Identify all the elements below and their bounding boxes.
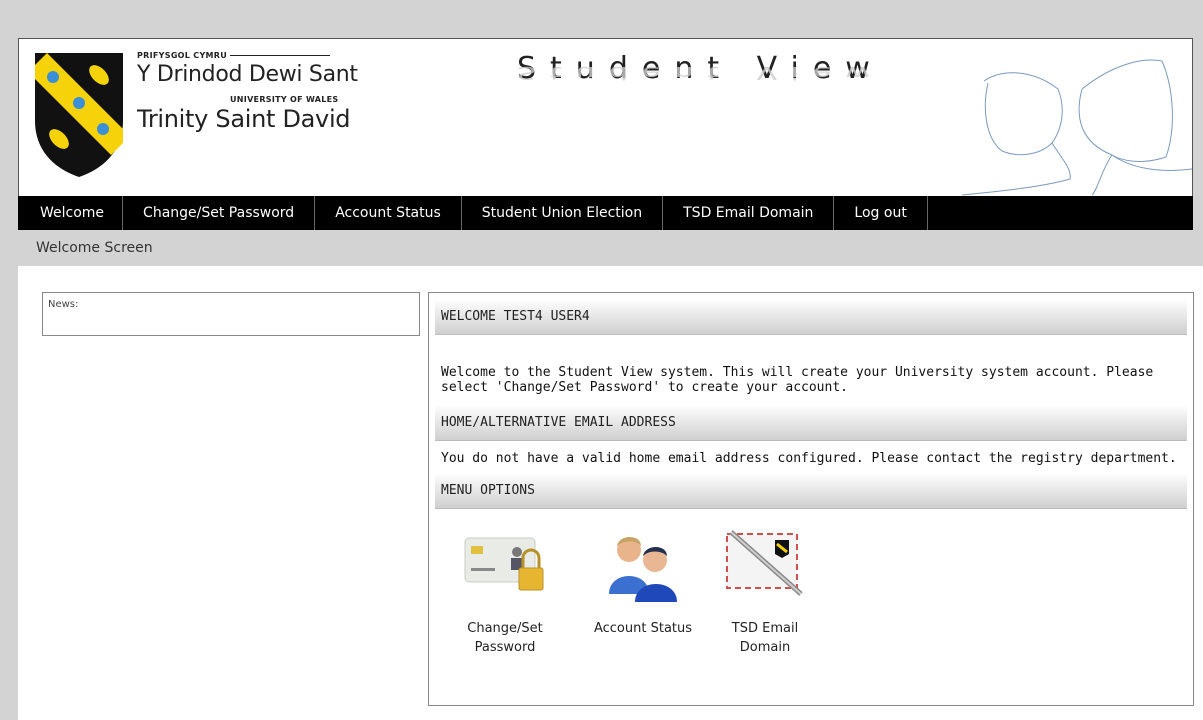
menu-option-label: Account Status xyxy=(593,621,693,636)
envelope-pen-icon xyxy=(726,530,803,596)
menu-option-label: Change/Set Password xyxy=(467,621,543,655)
news-label: News: xyxy=(48,299,79,310)
users-icon xyxy=(609,537,677,602)
breadcrumb: Welcome Screen xyxy=(36,240,153,256)
university-wordmark: PRIFYSGOL CYMRU Y Drindod Dewi Sant UNIV… xyxy=(137,51,358,134)
id-card-padlock-icon xyxy=(464,537,544,591)
uni-mid-small: UNIVERSITY OF WALES xyxy=(230,95,339,104)
uni-top-small: PRIFYSGOL CYMRU xyxy=(137,51,228,60)
app-title-reflection: Student View xyxy=(517,62,884,83)
main-panel: WELCOME TEST4 USER4 Welcome to the Stude… xyxy=(428,292,1194,706)
nav-change-set-password[interactable]: Change/Set Password xyxy=(123,196,316,230)
uni-english-name: Trinity Saint David xyxy=(137,105,351,133)
menu-option-tsd-email-domain[interactable]: TSD Email Domain xyxy=(705,519,825,657)
leaf-outline-decoration xyxy=(962,59,1192,196)
nav-student-union-election[interactable]: Student Union Election xyxy=(462,196,664,230)
university-crest-icon xyxy=(35,53,123,177)
menu-option-change-set-password[interactable]: Change/Set Password xyxy=(445,519,565,657)
main-nav: Welcome Change/Set Password Account Stat… xyxy=(18,196,1193,230)
nav-account-status[interactable]: Account Status xyxy=(315,196,462,230)
uni-welsh-name: Y Drindod Dewi Sant xyxy=(137,62,358,87)
menu-option-account-status[interactable]: Account Status xyxy=(583,519,703,638)
welcome-heading: WELCOME TEST4 USER4 xyxy=(435,299,1187,335)
news-panel: News: xyxy=(42,292,420,336)
content-area: News: WELCOME TEST4 USER4 Welcome to the… xyxy=(18,266,1203,720)
header-banner: PRIFYSGOL CYMRU Y Drindod Dewi Sant UNIV… xyxy=(18,38,1193,196)
page: PRIFYSGOL CYMRU Y Drindod Dewi Sant UNIV… xyxy=(8,8,1203,720)
nav-tsd-email-domain[interactable]: TSD Email Domain xyxy=(663,196,835,230)
email-text: You do not have a valid home email addre… xyxy=(441,451,1177,466)
nav-welcome[interactable]: Welcome xyxy=(18,196,124,230)
nav-log-out[interactable]: Log out xyxy=(834,196,928,230)
email-heading: HOME/ALTERNATIVE EMAIL ADDRESS xyxy=(435,405,1187,441)
menu-heading: MENU OPTIONS xyxy=(435,473,1187,509)
welcome-text: Welcome to the Student View system. This… xyxy=(441,365,1154,395)
menu-option-label: TSD Email Domain xyxy=(731,621,799,655)
